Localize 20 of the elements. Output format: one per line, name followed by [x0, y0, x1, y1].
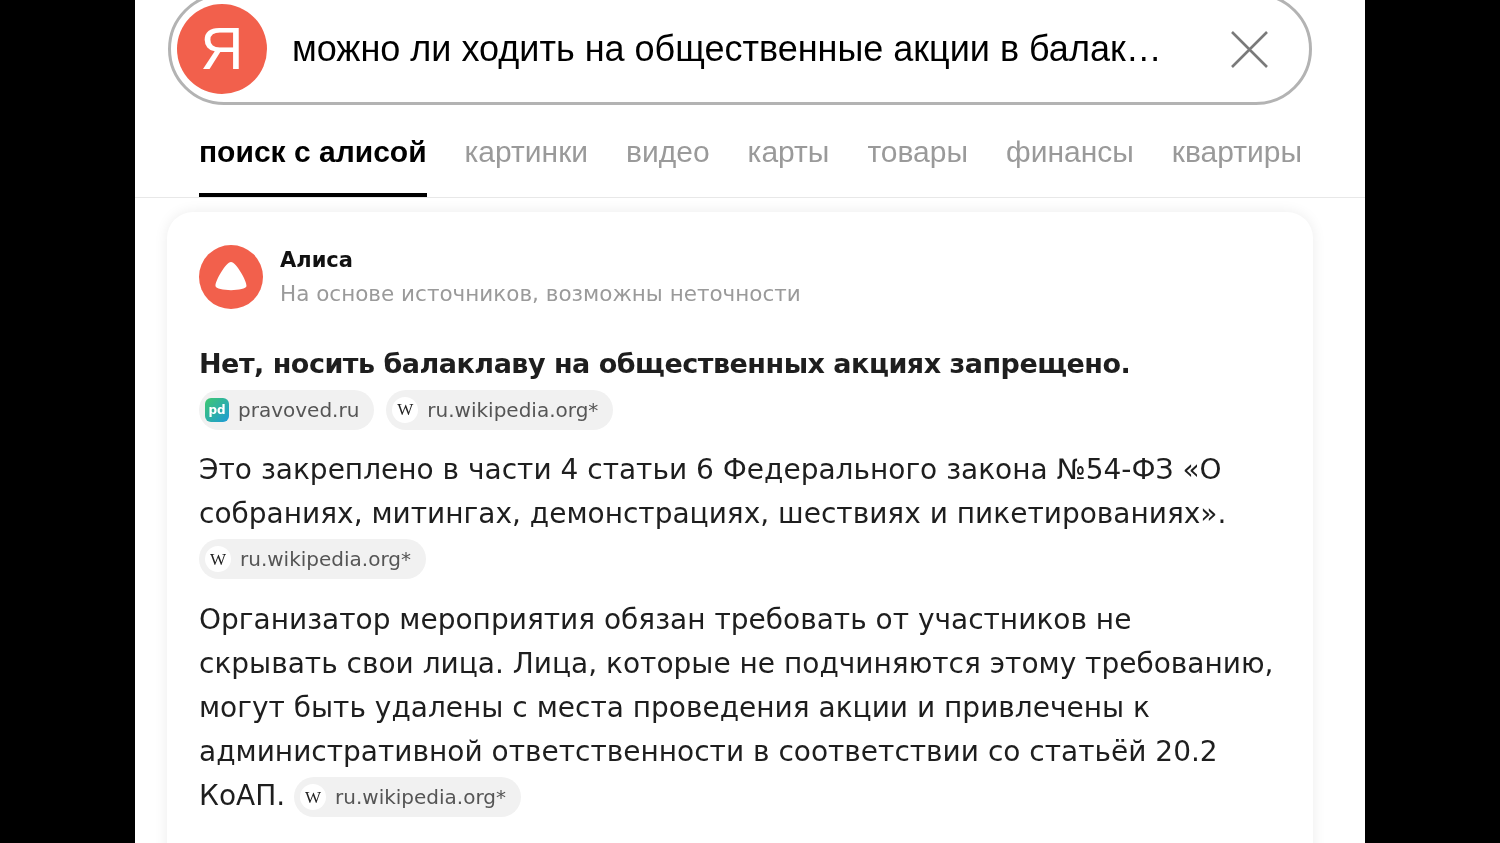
source-link[interactable]: W ru.wikipedia.org*	[386, 389, 614, 430]
site-logo: W	[300, 784, 327, 810]
source-link[interactable]: W ru.wikipedia.org*	[199, 539, 426, 579]
disclaimer-text: На основе источников, возможны неточности	[280, 280, 801, 308]
logo-icon	[199, 245, 263, 309]
answer-paragraph: Это закреплено в части 4 статьи 6 Федерального закона №54-ФЗ «О собраниях, митингах, демонстрациях, шествиях и пикетированиях». W ru.wikipedia.org*	[199, 448, 1276, 580]
tab[interactable]: поиск с алисой	[199, 110, 427, 197]
source-link[interactable]: W ru.wikipedia.org*	[294, 777, 521, 817]
search-field[interactable]: Я можно ли ходить на общественные акции в балак…	[168, 0, 1312, 105]
answer-paragraph: Организатор мероприятия обязан требовать от участников не скрывать свои лица. Лица, которые не подчиняются этому требованию, могут быть удалены с места проведения акции и привлечены к административной ответственности в соответствии со статьёй 20.2 КоАП. W ru.wikipedia.org*	[199, 598, 1276, 818]
answer-heading: Нет, носить балаклаву на общественных акциях запрещено. pd pravoved.ru W ru.wikipedia.org*	[199, 342, 1276, 430]
clear-button[interactable]	[1229, 29, 1269, 69]
source-link[interactable]: pd pravoved.ru	[199, 389, 375, 430]
site-logo: W	[205, 546, 231, 572]
author-name: Алиса	[280, 247, 354, 274]
search-input[interactable]: можно ли ходить на общественные акции в балак…	[292, 28, 1204, 70]
site-logo: pd	[205, 397, 229, 422]
logo: Я	[177, 4, 267, 94]
close-icon	[1230, 30, 1268, 68]
site-logo: W	[392, 396, 419, 423]
